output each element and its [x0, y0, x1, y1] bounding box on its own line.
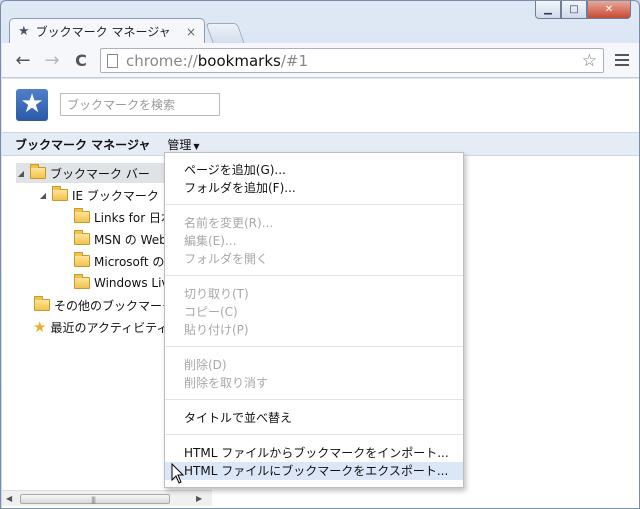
menu-item-delete[interactable]: 削除(D)	[165, 356, 463, 374]
tree-item-label: ブックマーク バー	[50, 166, 150, 181]
scroll-left-icon[interactable]: ◀	[6, 494, 12, 503]
tree-item-label: Microsoft の	[94, 254, 165, 269]
star-icon: ★	[18, 24, 30, 39]
menu-separator	[165, 204, 463, 205]
mouse-pointer-icon	[171, 463, 185, 484]
folder-icon	[74, 252, 90, 267]
grip-icon: |||	[91, 496, 96, 504]
menu-item-copy[interactable]: コピー(C)	[165, 303, 463, 321]
tree-item-recent[interactable]: ★ 最近のアクティビティ	[33, 317, 168, 337]
menu-separator	[165, 399, 463, 400]
scroll-right-icon[interactable]: ▶	[196, 494, 202, 503]
tree-item-label: 最近のアクティビティ	[50, 320, 169, 335]
tree-item-windows-live[interactable]: Windows Live	[74, 273, 176, 293]
menu-item-open-folder[interactable]: フォルダを開く	[165, 250, 463, 268]
menu-item-add-folder[interactable]: フォルダを追加(F)...	[165, 179, 463, 197]
menu-item-add-page[interactable]: ページを追加(G)...	[165, 161, 463, 179]
chrome-menu-icon[interactable]	[615, 54, 629, 69]
page-icon	[107, 53, 118, 68]
tree-item-ie-bookmarks[interactable]: ◢ IE ブックマーク	[38, 185, 159, 205]
reload-button[interactable]: C	[71, 51, 91, 71]
tree-item-microsoft[interactable]: Microsoft の	[74, 251, 164, 271]
organize-dropdown-menu: ページを追加(G)... フォルダを追加(F)... 名前を変更(R)... 編…	[164, 152, 464, 488]
menu-item-sort-by-title[interactable]: タイトルで並べ替え	[165, 409, 463, 427]
tree-item-links[interactable]: Links for 日本	[74, 207, 173, 227]
tab-title: ブックマーク マネージャ	[35, 25, 171, 39]
menu-item-edit[interactable]: 編集(E)...	[165, 232, 463, 250]
new-tab-button[interactable]	[205, 23, 245, 43]
folder-icon	[34, 296, 50, 311]
menu-item-undo-delete[interactable]: 削除を取り消す	[165, 374, 463, 392]
url-path: /#1	[280, 51, 308, 70]
browser-window: ▁ □ ✕ ★ ブックマーク マネージャ × ← → C chrome://bo…	[0, 0, 640, 509]
scrollbar-thumb[interactable]: |||	[20, 494, 170, 504]
menu-item-cut[interactable]: 切り取り(T)	[165, 285, 463, 303]
tab-close-icon[interactable]: ×	[186, 25, 196, 39]
horizontal-scrollbar[interactable]: ◀ ||| ▶	[2, 490, 212, 506]
menu-separator	[165, 346, 463, 347]
star-icon: ★	[33, 318, 47, 336]
tree-item-label: Links for 日本	[94, 210, 173, 225]
menu-item-rename[interactable]: 名前を変更(R)...	[165, 214, 463, 232]
folder-icon	[74, 208, 90, 223]
page-title: ブックマーク マネージャ	[15, 137, 151, 152]
search-input[interactable]	[60, 93, 220, 116]
chevron-down-icon: ▼	[193, 141, 200, 151]
menu-separator	[165, 434, 463, 435]
tab-bookmark-manager[interactable]: ★ ブックマーク マネージャ ×	[9, 18, 205, 44]
url-host: bookmarks	[197, 51, 281, 70]
folder-icon	[74, 230, 90, 245]
folder-icon	[74, 274, 90, 289]
forward-button[interactable]: →	[42, 51, 62, 71]
browser-toolbar: ← → C chrome://bookmarks/#1 ☆	[2, 43, 639, 78]
window-controls: ▁ □ ✕	[535, 1, 631, 19]
folder-icon	[30, 164, 46, 179]
expand-triangle-icon[interactable]: ◢	[16, 169, 26, 178]
menu-item-paste[interactable]: 貼り付け(P)	[165, 321, 463, 339]
menu-item-export-html[interactable]: HTML ファイルにブックマークをエクスポート...	[165, 462, 463, 480]
bookmark-star-icon[interactable]: ☆	[582, 51, 597, 71]
bookmarks-logo-icon: ★	[16, 89, 48, 121]
minimize-button[interactable]: ▁	[535, 1, 561, 19]
tree-item-label: MSN の Web	[94, 232, 167, 247]
back-button[interactable]: ←	[13, 51, 33, 71]
tree-item-msn[interactable]: MSN の Web	[74, 229, 167, 249]
organize-label: 管理	[167, 137, 192, 152]
folder-icon	[52, 186, 68, 201]
tree-item-label: その他のブックマーク	[54, 298, 175, 313]
menu-separator	[165, 275, 463, 276]
maximize-button[interactable]: □	[561, 1, 587, 19]
tree-item-other-bookmarks[interactable]: その他のブックマーク	[34, 295, 174, 315]
url-scheme: chrome://	[126, 51, 198, 70]
tree-item-label: IE ブックマーク	[72, 188, 159, 203]
expand-triangle-icon[interactable]: ◢	[38, 191, 48, 200]
menu-item-import-html[interactable]: HTML ファイルからブックマークをインポート...	[165, 444, 463, 462]
address-bar[interactable]: chrome://bookmarks/#1 ☆	[100, 48, 604, 73]
close-window-button[interactable]: ✕	[587, 1, 631, 19]
tree-item-bookmarks-bar[interactable]: ◢ ブックマーク バー	[16, 163, 166, 183]
